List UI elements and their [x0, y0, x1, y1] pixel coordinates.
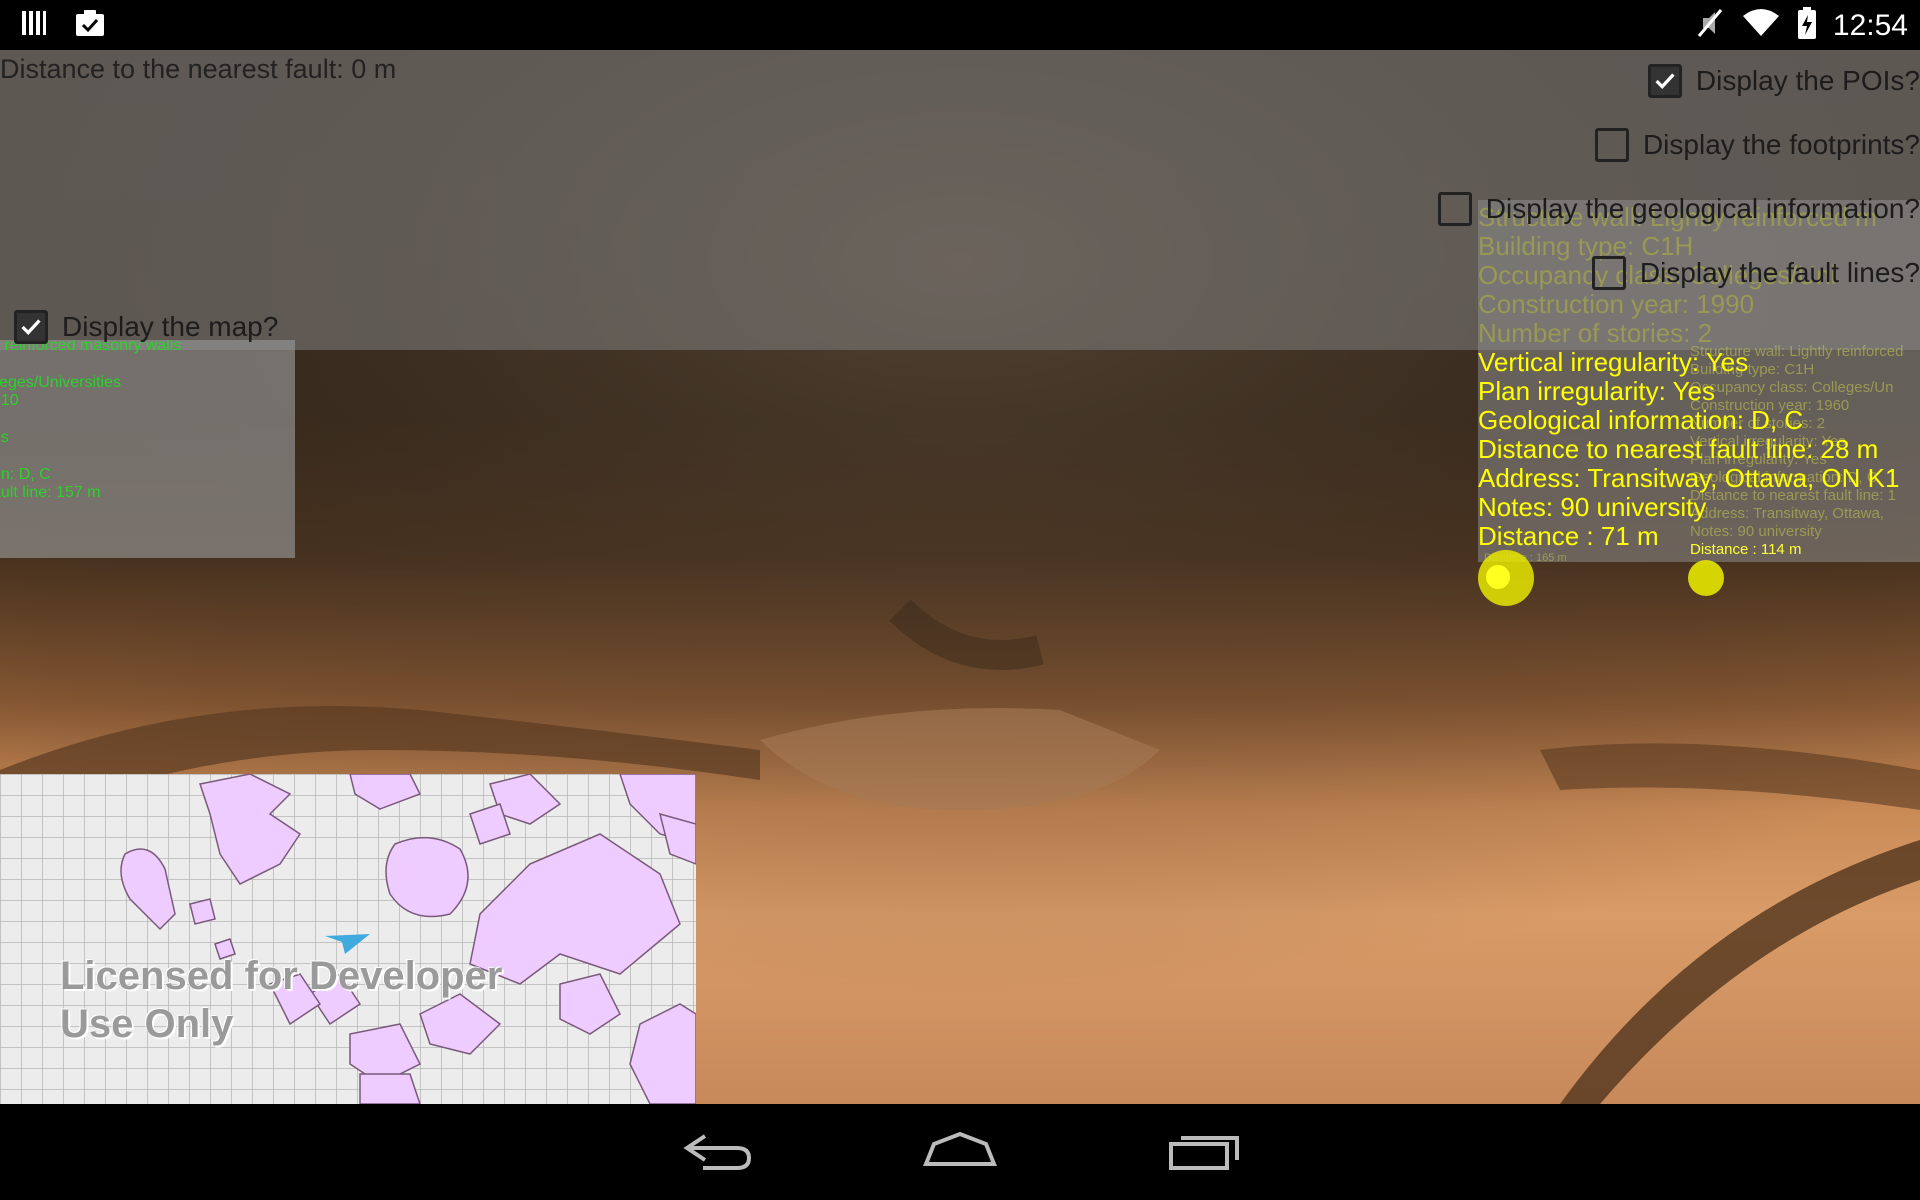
- checkbox-display-footprints[interactable]: Display the footprints?: [1594, 128, 1920, 162]
- library-icon: [20, 8, 48, 43]
- clipboard-check-icon: [74, 8, 106, 43]
- poi2-address: Address: Transitway, Ottawa,: [1690, 505, 1884, 522]
- poi-info-card-left[interactable]: y reinforced masonry walls lleges/Univer…: [0, 340, 295, 558]
- home-icon[interactable]: [915, 1122, 1005, 1182]
- left-poi-line: es: [0, 429, 9, 446]
- checkbox-checked-icon[interactable]: [1647, 64, 1682, 98]
- poi-geological-information: Geological information: D, C: [1478, 405, 1804, 435]
- poi-distance: Distance : 71 m: [1478, 521, 1659, 551]
- left-poi-line: on: D, C: [0, 466, 51, 483]
- poi-info-card[interactable]: Structure wall: Lightly reinforced m Bui…: [1478, 200, 1920, 562]
- battery-charging-icon: [1797, 6, 1817, 45]
- checkbox-checked-icon[interactable]: [14, 310, 48, 344]
- poi-plan-irregularity: Plan irregularity: Yes: [1478, 376, 1716, 406]
- poi-fault-distance: Distance to nearest fault line: 28 m: [1478, 434, 1879, 464]
- back-icon[interactable]: [670, 1122, 760, 1182]
- checkbox-label: Display the fault lines?: [1639, 257, 1920, 288]
- checkbox-label: Display the geological information?: [1485, 193, 1920, 224]
- nearest-fault-distance: Distance to the nearest fault: 0 m: [0, 54, 397, 84]
- checkbox-unchecked-icon[interactable]: [1437, 192, 1472, 226]
- poi-marker-center[interactable]: [1486, 565, 1510, 589]
- checkbox-label: Display the map?: [62, 311, 279, 342]
- checkbox-unchecked-icon[interactable]: [1594, 128, 1629, 162]
- recent-apps-icon[interactable]: [1160, 1122, 1250, 1182]
- left-poi-line: lleges/Universities: [0, 374, 121, 391]
- checkbox-display-fault-lines[interactable]: Display the fault lines?: [1591, 256, 1920, 290]
- mute-icon: [1695, 6, 1725, 45]
- map-watermark: Licensed for Developer Use Only: [60, 952, 502, 1048]
- poi2-distance: Distance : 114 m: [1690, 541, 1802, 558]
- mini-map[interactable]: Licensed for Developer Use Only: [0, 774, 696, 1104]
- left-poi-line: ault line: 157 m: [0, 484, 101, 501]
- checkbox-display-pois[interactable]: Display the POIs?: [1647, 64, 1920, 98]
- checkbox-unchecked-icon[interactable]: [1591, 256, 1626, 290]
- poi-address: Address: Transitway, Ottawa, ON K1: [1478, 463, 1900, 493]
- poi-number-of-stories: Number of stories: 2: [1478, 318, 1713, 348]
- clock: 12:54: [1832, 8, 1908, 42]
- watermark-line-1: Licensed for Developer: [60, 954, 503, 998]
- map-canvas: [0, 774, 696, 1104]
- checkbox-display-map[interactable]: Display the map?: [14, 310, 278, 344]
- left-poi-line: 010: [0, 392, 19, 409]
- checkbox-label: Display the footprints?: [1642, 129, 1920, 160]
- checkbox-label: Display the POIs?: [1695, 65, 1920, 96]
- checkbox-display-geological[interactable]: Display the geological information?: [1437, 192, 1920, 226]
- wifi-icon: [1741, 8, 1781, 43]
- poi-marker[interactable]: [1688, 560, 1724, 596]
- navigation-bar: [0, 1104, 1920, 1200]
- poi-construction-year: Construction year: 1990: [1478, 289, 1755, 319]
- poi2-occupancy-class: Occupancy class: Colleges/Un: [1690, 379, 1894, 396]
- watermark-line-2: Use Only: [60, 1002, 234, 1046]
- poi-notes: Notes: 90 university: [1478, 492, 1707, 522]
- status-bar: 12:54: [0, 0, 1920, 50]
- poi-vertical-irregularity: Vertical irregularity: Yes: [1478, 347, 1749, 377]
- poi2-notes: Notes: 90 university: [1690, 523, 1822, 540]
